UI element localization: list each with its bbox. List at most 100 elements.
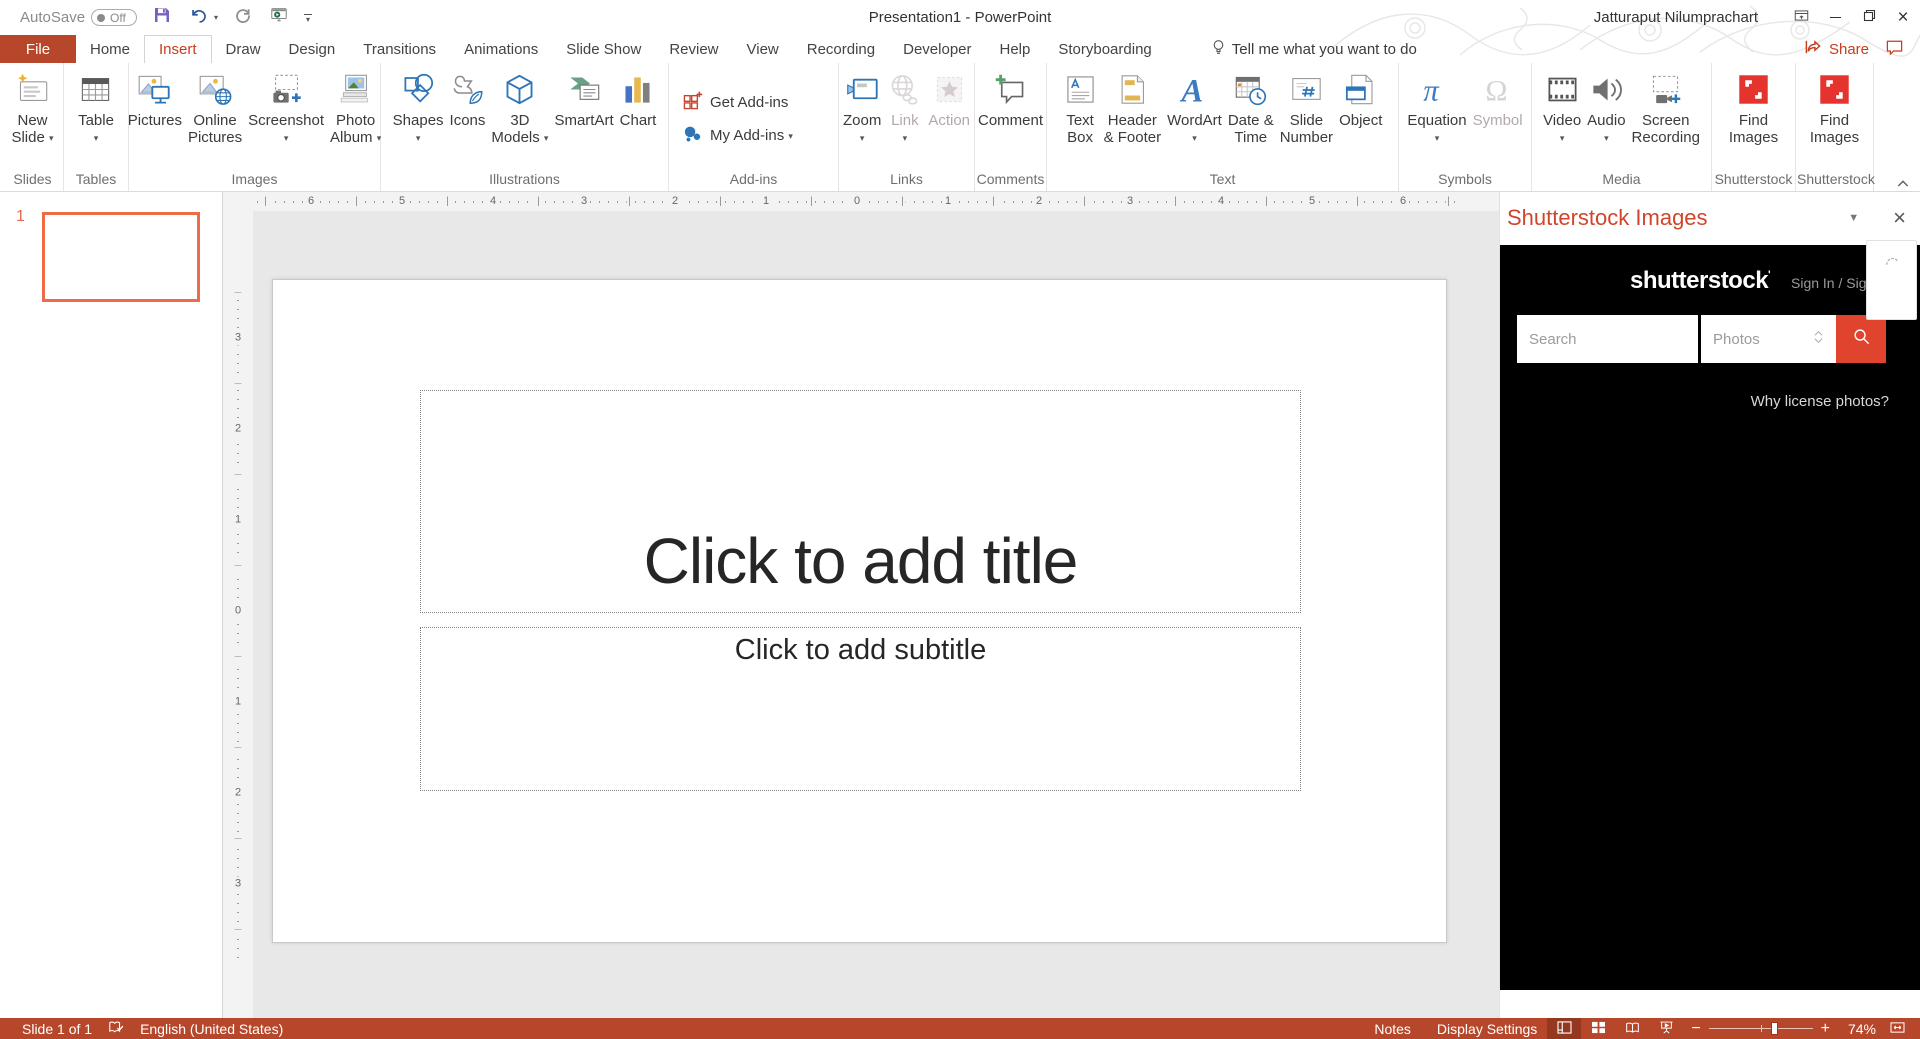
reading-view-button[interactable] xyxy=(1615,1018,1649,1039)
ribbon-button-online-pictures[interactable]: Online Pictures xyxy=(185,65,245,146)
ribbon-button-pictures[interactable]: Pictures xyxy=(125,65,185,129)
comments-pane-button[interactable] xyxy=(1885,39,1904,59)
undo-dropdown[interactable]: ▾ xyxy=(214,13,218,22)
customize-qat-button[interactable]: ▾ xyxy=(304,13,313,23)
spellcheck-button[interactable] xyxy=(108,1020,124,1038)
undo-button[interactable] xyxy=(187,8,209,28)
ribbon-button-audio[interactable]: Audio ▾ xyxy=(1584,65,1628,147)
slide-sorter-view-button[interactable] xyxy=(1581,1018,1615,1039)
slideshow-view-button[interactable] xyxy=(1649,1018,1683,1039)
ribbon-button-smartart[interactable]: SmartArt xyxy=(551,65,616,129)
get-addins-icon xyxy=(682,90,703,111)
sign-in-link[interactable]: Sign In / Sign xyxy=(1791,275,1874,291)
ribbon-button-find-images-2[interactable]: Find Images xyxy=(1807,65,1862,146)
panel-options-dropdown[interactable]: ▼ xyxy=(1848,212,1859,224)
ribbon-button-slide-number[interactable]: Slide Number xyxy=(1277,65,1336,146)
ribbon-button-chart[interactable]: Chart xyxy=(617,65,660,129)
ribbon-button-3d-models[interactable]: 3D Models ▾ xyxy=(488,65,551,147)
tab-developer[interactable]: Developer xyxy=(889,35,985,63)
save-button[interactable] xyxy=(151,8,173,28)
ribbon-button-table[interactable]: Table ▾ xyxy=(75,65,117,147)
ribbon-button-photo-album[interactable]: Photo Album ▾ xyxy=(327,65,384,147)
ribbon-button-label: Table ▾ xyxy=(78,112,114,143)
redo-button[interactable] xyxy=(232,8,254,28)
subtitle-placeholder[interactable]: Click to add subtitle xyxy=(420,627,1301,791)
ribbon-button-equation[interactable]: π Equation ▾ xyxy=(1404,65,1469,147)
ribbon-tab-row: File Home Insert Draw Design Transitions Anim… xyxy=(0,35,1920,63)
zoom-in-button[interactable]: + xyxy=(1821,1020,1830,1036)
ribbon-button-label: WordArt ▾ xyxy=(1167,112,1222,143)
ruler-number: 3 xyxy=(577,195,591,208)
collapse-ribbon-button[interactable] xyxy=(1896,175,1910,187)
notes-button[interactable]: Notes xyxy=(1358,1018,1421,1039)
autosave-control[interactable]: AutoSave Off xyxy=(20,9,138,26)
ribbon-button-wordart[interactable]: A WordArt ▾ xyxy=(1164,65,1225,147)
ribbon-button-get-add-ins[interactable]: Get Add-ins xyxy=(682,90,788,111)
ribbon-button-comment[interactable]: Comment xyxy=(975,65,1046,129)
vertical-ruler: 3 2 1 0 1 2 3— — — — — — — — xyxy=(223,211,253,1018)
restore-button[interactable] xyxy=(1852,4,1886,32)
tab-design[interactable]: Design xyxy=(275,35,350,63)
tab-slide-show[interactable]: Slide Show xyxy=(552,35,655,63)
panel-close-button[interactable]: × xyxy=(1893,207,1906,229)
ribbon-button-screen-recording[interactable]: Screen Recording xyxy=(1629,65,1703,146)
search-input[interactable] xyxy=(1517,315,1698,363)
ribbon-display-options-button[interactable] xyxy=(1784,4,1818,32)
why-license-link[interactable]: Why license photos? xyxy=(1751,393,1889,410)
ribbon-button-zoom[interactable]: Zoom ▾ xyxy=(840,65,884,147)
ribbon-button-shapes[interactable]: Shapes ▾ xyxy=(390,65,447,147)
tab-storyboarding[interactable]: Storyboarding xyxy=(1044,35,1165,63)
fit-slide-button[interactable] xyxy=(1880,1018,1914,1039)
normal-view-button[interactable] xyxy=(1547,1018,1582,1039)
ribbon-button-my-add-ins[interactable]: My Add-ins ▾ xyxy=(682,123,793,145)
tab-view[interactable]: View xyxy=(733,35,793,63)
ribbon-button-date-time[interactable]: Date & Time xyxy=(1225,65,1277,146)
tab-transitions[interactable]: Transitions xyxy=(349,35,450,63)
dropdown-caret-icon: ▾ xyxy=(902,133,908,143)
autosave-state: Off xyxy=(110,10,126,25)
search-button[interactable] xyxy=(1836,315,1886,363)
tab-recording[interactable]: Recording xyxy=(793,35,889,63)
zoom-out-button[interactable]: − xyxy=(1691,1020,1700,1036)
ribbon-button-text-box[interactable]: Text Box xyxy=(1060,65,1101,146)
language-indicator[interactable]: English (United States) xyxy=(140,1021,283,1037)
title-placeholder[interactable]: Click to add title xyxy=(420,390,1301,613)
zoom-slider-thumb[interactable] xyxy=(1771,1022,1779,1035)
ribbon-button-header-footer[interactable]: Header & Footer xyxy=(1101,65,1165,146)
ruler-number: 2 xyxy=(668,195,682,208)
svg-text:π: π xyxy=(1424,73,1441,107)
ribbon-button-object[interactable]: Object xyxy=(1336,65,1385,129)
ribbon-button-link[interactable]: Link ▾ xyxy=(884,65,925,147)
slide-thumbnail[interactable] xyxy=(42,212,200,302)
ribbon-button-symbol[interactable]: Ω Symbol xyxy=(1470,65,1526,129)
autosave-toggle[interactable]: Off xyxy=(91,9,138,26)
zoom-level[interactable]: 74% xyxy=(1838,1021,1880,1037)
zoom-slider[interactable] xyxy=(1708,1018,1813,1039)
ribbon-button-icons[interactable]: Icons xyxy=(447,65,489,129)
tell-me-box[interactable]: Tell me what you want to do xyxy=(1212,35,1417,63)
minimize-button[interactable] xyxy=(1818,4,1852,32)
start-slideshow-icon xyxy=(270,6,288,29)
ribbon-button-screenshot[interactable]: Screenshot ▾ xyxy=(245,65,327,147)
share-button[interactable]: Share xyxy=(1804,39,1869,59)
tab-review[interactable]: Review xyxy=(655,35,732,63)
ribbon-button-video[interactable]: Video ▾ xyxy=(1540,65,1584,147)
ribbon-button-action[interactable]: Action xyxy=(925,65,973,129)
tab-animations[interactable]: Animations xyxy=(450,35,552,63)
start-slideshow-button[interactable] xyxy=(268,8,290,28)
slide[interactable]: Click to add title Click to add subtitle xyxy=(272,279,1447,943)
display-settings-button[interactable]: Display Settings xyxy=(1421,1018,1547,1039)
slide-indicator[interactable]: Slide 1 of 1 xyxy=(22,1021,92,1037)
tab-help[interactable]: Help xyxy=(986,35,1045,63)
fit-window-icon xyxy=(1889,1021,1905,1037)
ribbon-button-new-slide[interactable]: New Slide ▾ xyxy=(8,65,56,147)
ribbon-button-label: 3D Models ▾ xyxy=(491,112,549,146)
ribbon-button-find-images-1[interactable]: Find Images xyxy=(1726,65,1781,146)
tab-home[interactable]: Home xyxy=(76,35,144,63)
dropdown-caret-icon: ▾ xyxy=(788,130,793,141)
media-type-select[interactable]: Photos xyxy=(1701,315,1836,363)
tab-file[interactable]: File xyxy=(0,35,76,63)
close-button[interactable]: × xyxy=(1886,4,1920,32)
tab-insert[interactable]: Insert xyxy=(144,35,212,63)
tab-draw[interactable]: Draw xyxy=(212,35,275,63)
